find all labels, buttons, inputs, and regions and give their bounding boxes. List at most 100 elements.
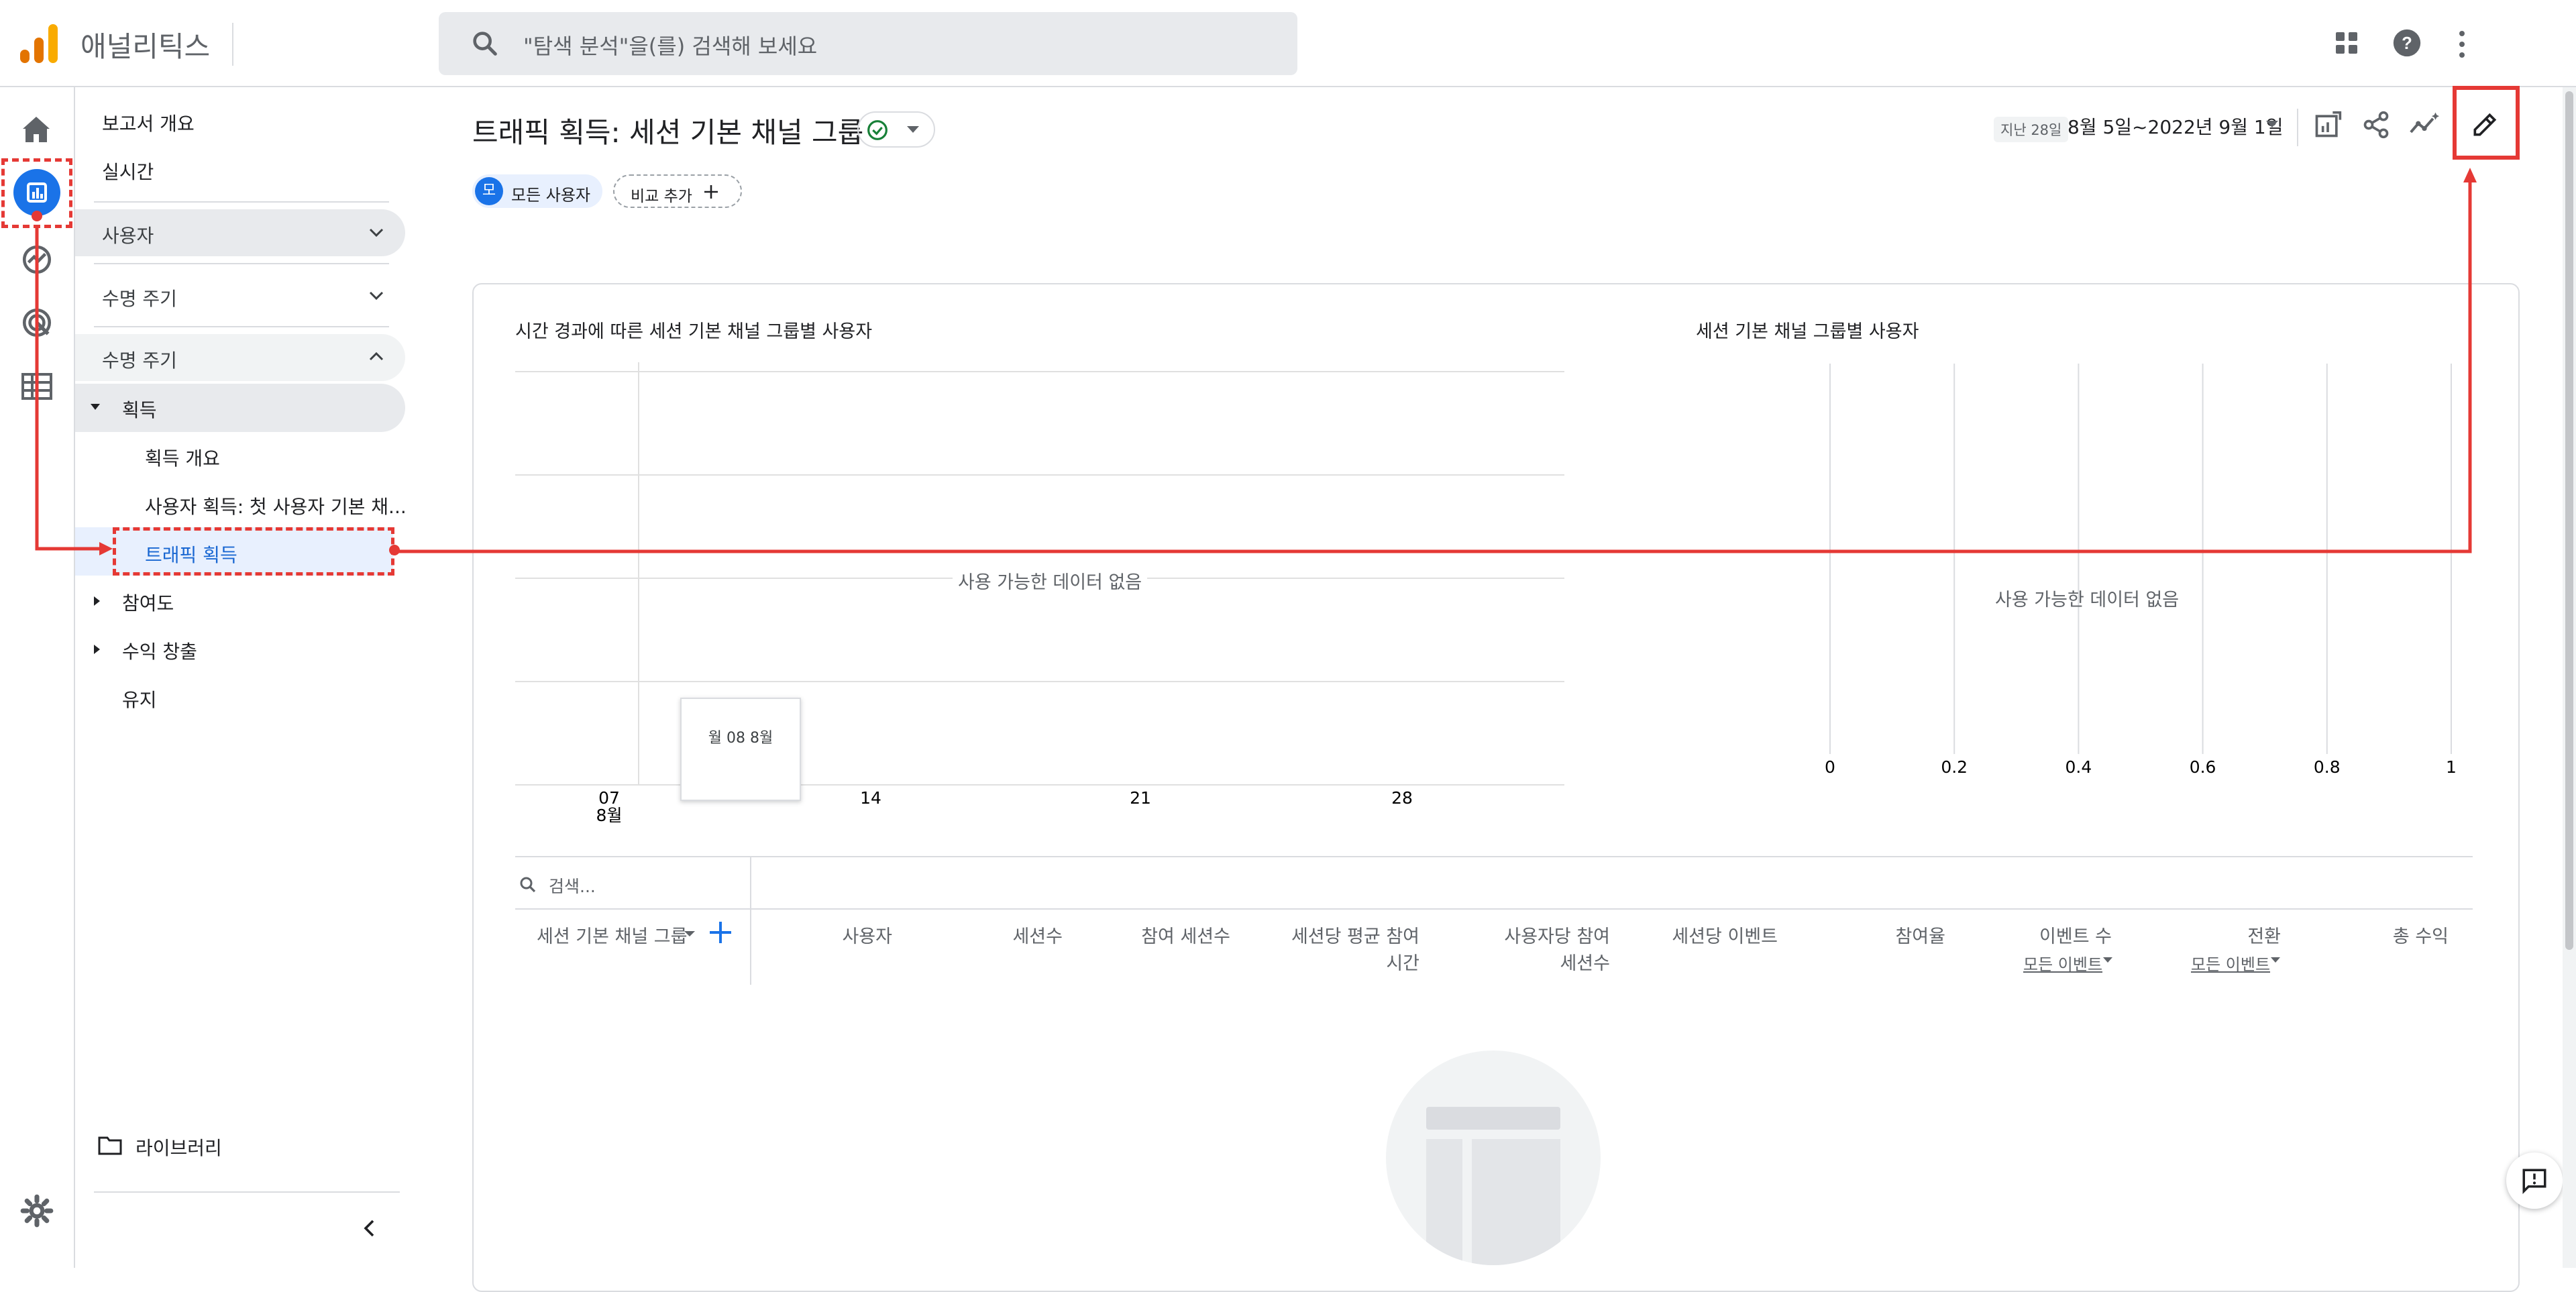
- add-dimension-plus-icon[interactable]: [707, 919, 734, 946]
- annotation-box-traffic-acquisition: [113, 527, 394, 576]
- settings-gear-icon[interactable]: [20, 1194, 54, 1228]
- home-icon[interactable]: [20, 114, 52, 145]
- nav-realtime[interactable]: 실시간: [102, 158, 154, 184]
- nav-report-overview[interactable]: 보고서 개요: [102, 109, 195, 136]
- event-count-filter[interactable]: 모든 이벤트: [2023, 951, 2102, 975]
- configure-table-icon[interactable]: [21, 373, 52, 400]
- conversions-filter[interactable]: 모든 이벤트: [2191, 951, 2270, 975]
- bar-chart-x-tick-label: 0.8: [2314, 757, 2341, 777]
- caret-down-icon[interactable]: [2102, 957, 2113, 963]
- plus-icon: [702, 182, 720, 201]
- feedback-icon: [2520, 1167, 2548, 1195]
- col-engagement-rate[interactable]: 참여율: [1811, 922, 1945, 948]
- nav-divider: [94, 263, 389, 264]
- nav-divider: [94, 1191, 400, 1193]
- nav-acquisition-label: 획득: [122, 399, 157, 421]
- page-title: 트래픽 획득: 세션 기본 채널 그룹: [472, 116, 864, 149]
- caret-right-icon: [91, 643, 102, 656]
- bar-chart-no-data: 사용 가능한 데이터 없음: [1995, 590, 2180, 610]
- apps-grid-icon[interactable]: [2334, 31, 2359, 55]
- line-chart-x-tick-label: 07: [598, 788, 620, 808]
- chart-tooltip: 월 08 8월: [680, 698, 801, 801]
- line-chart-no-data: 사용 가능한 데이터 없음: [953, 568, 1148, 594]
- nav-section-lifecycle-1[interactable]: 수명 주기: [102, 284, 177, 311]
- scrollbar-thumb[interactable]: [2565, 91, 2573, 950]
- date-range-prefix: 지난 28일: [1994, 117, 2069, 142]
- caret-down-icon: [89, 401, 102, 412]
- col-avg-engagement-line2[interactable]: 시간: [1261, 949, 1419, 975]
- compare-add-chip[interactable]: 비교 추가: [613, 174, 742, 208]
- search-placeholder[interactable]: "탐색 분석"을(를) 검색해 보세요: [523, 30, 817, 60]
- bar-chart-title: 세션 기본 채널 그룹별 사용자: [1696, 321, 1919, 342]
- header-divider: [2297, 109, 2298, 146]
- nav-user-acquisition[interactable]: 사용자 획득: 첫 사용자 기본 채...: [145, 492, 407, 519]
- header-divider: [232, 23, 233, 66]
- date-dropdown-caret-icon[interactable]: [2265, 119, 2279, 129]
- line-chart-x-tick-label: 14: [860, 788, 881, 808]
- date-range[interactable]: 8월 5일~2022년 9월 1일: [2068, 113, 2283, 140]
- line-chart-x-tick-label: 28: [1391, 788, 1413, 808]
- check-circle-icon: [867, 119, 888, 141]
- nav-retention[interactable]: 유지: [122, 686, 157, 712]
- bar-chart-x-tick-label: 0.2: [1941, 757, 1968, 777]
- chevron-down-icon: [366, 224, 386, 241]
- nav-divider: [94, 201, 389, 203]
- col-users[interactable]: 사용자: [792, 922, 892, 948]
- bar-chart-x-tick-label: 0.4: [2065, 757, 2092, 777]
- table-search-icon: [518, 875, 538, 895]
- caret-down-icon: [906, 125, 920, 134]
- dimension-caret-icon[interactable]: [683, 930, 696, 938]
- nav-engagement[interactable]: 참여도: [122, 589, 174, 616]
- dimension-selector[interactable]: 세션 기본 채널 그룹: [537, 922, 687, 948]
- explore-icon[interactable]: [20, 243, 54, 276]
- help-icon[interactable]: ?: [2392, 28, 2422, 58]
- chart-tooltip-text: 월 08 8월: [708, 730, 773, 747]
- line-chart-x-tick-month: 8월: [596, 806, 623, 825]
- chevron-up-icon: [366, 347, 386, 365]
- table-header-divider: [515, 908, 2473, 910]
- bar-chart-x-tick-label: 0: [1825, 757, 1835, 777]
- svg-text:?: ?: [2402, 34, 2412, 53]
- segment-chip[interactable]: 모 모든 사용자: [472, 174, 602, 208]
- chevron-down-icon[interactable]: [366, 287, 386, 305]
- col-sessions-per-user-line2[interactable]: 세션수: [1456, 949, 1610, 975]
- col-event-count[interactable]: 이벤트 수: [1972, 922, 2112, 948]
- analytics-logo-icon[interactable]: [20, 23, 58, 64]
- nav-library[interactable]: 라이브러리: [136, 1134, 222, 1161]
- annotation-arrowhead: [2463, 168, 2477, 182]
- insights-icon[interactable]: [2408, 110, 2440, 140]
- col-total-revenue[interactable]: 총 수익: [2314, 922, 2449, 948]
- nav-acquisition-overview[interactable]: 획득 개요: [145, 444, 220, 471]
- empty-table-illustration: [1386, 1051, 1601, 1265]
- customize-report-icon[interactable]: [2313, 110, 2343, 140]
- page-scrollbar[interactable]: [2563, 87, 2576, 1268]
- col-avg-engagement-line1[interactable]: 세션당 평균 참여: [1261, 922, 1419, 948]
- collapse-chevron-left-icon[interactable]: [358, 1217, 381, 1240]
- edit-pencil-icon[interactable]: [2470, 110, 2500, 140]
- annotation-box-reports-icon: [1, 158, 72, 228]
- table-top-divider: [515, 856, 2473, 857]
- nav-monetization[interactable]: 수익 창출: [122, 637, 197, 664]
- bar-chart-x-tick-label: 0.6: [2190, 757, 2216, 777]
- col-sessions-per-user-line1[interactable]: 사용자당 참여: [1456, 922, 1610, 948]
- col-conversions[interactable]: 전환: [2147, 922, 2281, 948]
- segment-chip-label: 모든 사용자: [511, 186, 591, 205]
- report-status-chip[interactable]: [857, 111, 935, 148]
- folder-icon: [98, 1135, 122, 1155]
- col-events-per-session[interactable]: 세션당 이벤트: [1637, 922, 1778, 948]
- segment-avatar: 모: [475, 177, 503, 205]
- share-icon[interactable]: [2361, 110, 2391, 140]
- feedback-button[interactable]: [2506, 1152, 2563, 1209]
- col-sessions[interactable]: 세션수: [939, 922, 1063, 948]
- search-icon: [470, 28, 500, 59]
- bar-chart-x-tick-label: 1: [2446, 757, 2457, 777]
- nav-section-users-label: 사용자: [102, 225, 154, 247]
- table-search-input[interactable]: 검색...: [549, 873, 596, 898]
- advertising-icon[interactable]: [20, 306, 54, 339]
- more-vert-icon[interactable]: [2454, 30, 2470, 59]
- caret-down-icon[interactable]: [2270, 957, 2281, 963]
- bar-chart-grid: [1829, 364, 2452, 754]
- nav-section-lifecycle-2-label: 수명 주기: [102, 349, 177, 372]
- line-chart-x-tick-label: 21: [1130, 788, 1151, 808]
- col-engaged-sessions[interactable]: 참여 세션수: [1100, 922, 1230, 948]
